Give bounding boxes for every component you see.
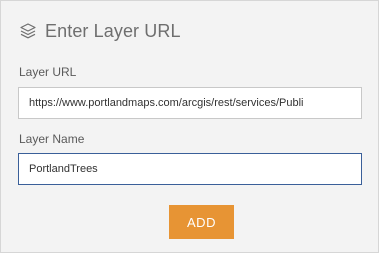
layers-icon bbox=[19, 22, 37, 40]
layer-name-input[interactable] bbox=[18, 153, 362, 185]
layer-url-label: Layer URL bbox=[19, 65, 77, 79]
panel-header: Enter Layer URL bbox=[19, 19, 181, 43]
layer-name-label: Layer Name bbox=[19, 132, 85, 146]
layer-url-input[interactable] bbox=[18, 87, 362, 119]
add-button[interactable]: ADD bbox=[169, 205, 234, 239]
panel-title: Enter Layer URL bbox=[45, 20, 181, 41]
enter-layer-url-panel: Enter Layer URL Layer URL Layer Name ADD bbox=[0, 0, 379, 253]
